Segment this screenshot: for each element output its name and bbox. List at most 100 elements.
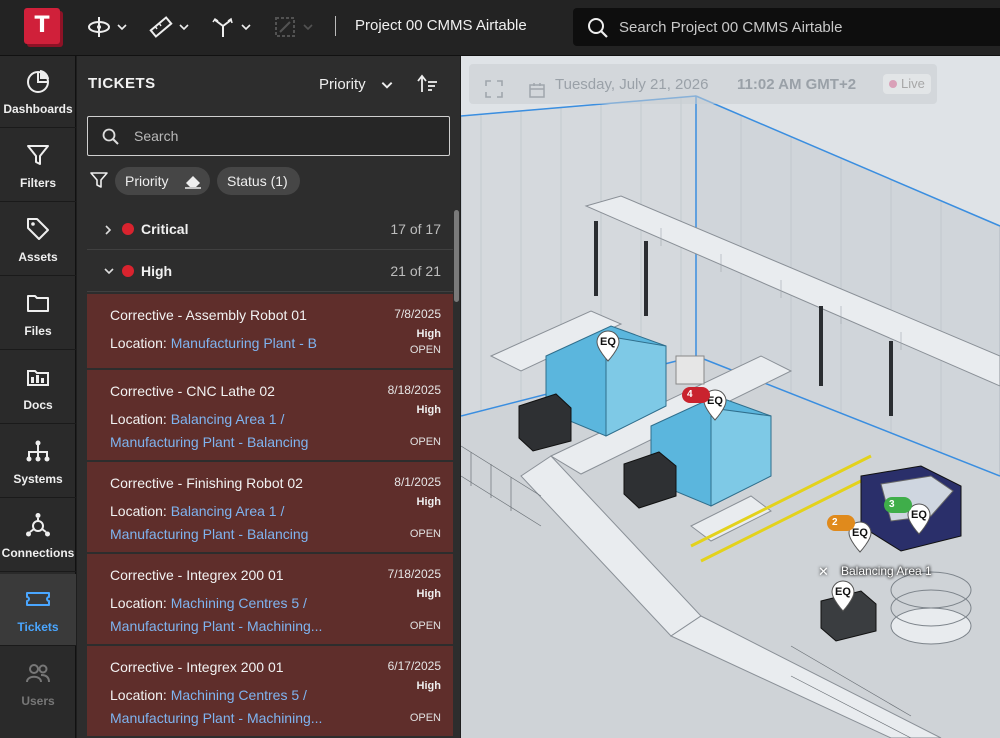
chevron-down-icon — [303, 24, 313, 31]
ticket-card[interactable]: Corrective - Finishing Robot 02 Location… — [87, 462, 453, 554]
ticket-date: 8/18/2025 — [387, 383, 441, 397]
expand-icon[interactable] — [485, 80, 503, 98]
pin-label: EQ — [600, 336, 616, 348]
pin-label: EQ — [835, 586, 851, 598]
ticket-status: OPEN — [409, 528, 441, 540]
location-link[interactable]: Machining Centres 5 / — [171, 687, 307, 703]
ticket-title: Corrective - Finishing Robot 02 — [110, 475, 303, 491]
pin-label: EQ — [911, 509, 927, 521]
nav-label: Users — [21, 694, 55, 708]
nav-item-files[interactable]: Files — [0, 278, 76, 350]
ticket-card[interactable]: Corrective - CNC Lathe 02 Location: Bala… — [87, 370, 453, 462]
group-critical[interactable]: Critical 17 of 17 — [87, 210, 453, 250]
factory-3d-model[interactable] — [461, 56, 1000, 738]
nav-label: Systems — [13, 472, 63, 486]
location-link[interactable]: Machining Centres 5 / — [171, 595, 307, 611]
ticket-date: 6/17/2025 — [387, 659, 441, 673]
ticket-search-input[interactable]: Search — [87, 116, 450, 156]
measure-ruler-icon — [149, 16, 173, 38]
tickets-panel: TICKETS Priority Search Priority Status … — [77, 56, 460, 738]
location-link-line2[interactable]: Manufacturing Plant - Balancing — [110, 431, 335, 454]
nav-label: Filters — [19, 176, 56, 190]
nav-label: Files — [24, 324, 52, 338]
location-link-line2[interactable]: Manufacturing Plant - Balancing — [110, 523, 335, 546]
nav-item-users[interactable]: Users — [0, 648, 76, 720]
ticket-title: Corrective - Integrex 200 01 — [110, 659, 284, 675]
group-name: High — [141, 263, 173, 279]
chevron-down-icon — [117, 24, 127, 31]
chevron-down-icon — [104, 268, 114, 275]
sort-order-icon[interactable] — [417, 74, 439, 94]
ticket-count-badge[interactable]: 4 — [682, 387, 710, 403]
equipment-pin[interactable]: EQ — [830, 580, 856, 612]
section-axes-icon — [212, 17, 233, 37]
status-filter-chip[interactable]: Status (1) — [217, 167, 300, 195]
priority-filter-chip[interactable]: Priority — [115, 167, 210, 195]
users-icon — [26, 664, 50, 683]
measure-tool-button[interactable] — [148, 12, 190, 42]
area-label[interactable]: Balancing Area 1 — [841, 564, 932, 578]
top-bar: T Project 00 CMMS Airtable Search Projec… — [0, 0, 1000, 56]
clear-filter-icon[interactable] — [184, 173, 202, 189]
nav-item-assets[interactable]: Assets — [0, 204, 76, 276]
chevron-down-icon — [241, 24, 251, 31]
group-name: Critical — [141, 221, 189, 237]
app-logo[interactable]: T — [24, 8, 60, 44]
critical-status-dot — [122, 223, 134, 235]
ticket-title: Corrective - Integrex 200 01 — [110, 567, 284, 583]
ticket-list-scrollbar[interactable] — [454, 210, 459, 302]
nav-item-tickets[interactable]: Tickets — [0, 574, 76, 646]
close-area-icon[interactable]: ✕ — [818, 564, 829, 580]
live-badge[interactable]: Live — [883, 74, 931, 94]
ticket-status: OPEN — [409, 712, 441, 724]
timeline-date: Tuesday, July 21, 2026 — [555, 76, 709, 93]
global-search-input[interactable]: Search Project 00 CMMS Airtable — [573, 8, 1000, 46]
nav-item-dashboards[interactable]: Dashboards — [0, 56, 76, 128]
chip-label: Priority — [125, 173, 169, 189]
location-link-line2[interactable]: Manufacturing Plant - Machining... — [110, 615, 335, 638]
nav-label: Docs — [23, 398, 53, 412]
orbit-icon — [88, 17, 110, 37]
location-link-line2[interactable]: Manufacturing Plant - Machining... — [110, 707, 335, 730]
ticket-priority: High — [416, 496, 441, 508]
nav-item-connections[interactable]: Connections — [0, 500, 76, 572]
ticket-card[interactable]: Corrective - Assembly Robot 01 Location:… — [87, 294, 453, 370]
group-high[interactable]: High 21 of 21 — [87, 252, 453, 292]
filter-icon — [27, 145, 49, 165]
filter-icon[interactable] — [89, 170, 109, 190]
ticket-card[interactable]: Corrective - Integrex 200 01 Location: M… — [87, 646, 453, 738]
ticket-date: 7/8/2025 — [394, 307, 441, 321]
badge-count: 2 — [832, 517, 838, 528]
ticket-priority: High — [416, 588, 441, 600]
location-link[interactable]: Balancing Area 1 / — [171, 411, 285, 427]
group-count: 17 of 17 — [390, 221, 441, 237]
ticket-search-placeholder: Search — [134, 128, 179, 144]
ticket-count-badge[interactable]: 3 — [884, 497, 912, 513]
ticket-location: Location: Balancing Area 1 / Manufacturin… — [110, 500, 360, 546]
nav-item-docs[interactable]: Docs — [0, 352, 76, 424]
orbit-tool-button[interactable] — [86, 12, 128, 42]
sort-dropdown[interactable]: Priority — [319, 76, 366, 93]
ticket-title: Corrective - Assembly Robot 01 — [110, 307, 307, 323]
chevron-down-icon[interactable] — [380, 78, 394, 92]
ticket-location: Location: Machining Centres 5 / Manufactu… — [110, 592, 360, 638]
location-link[interactable]: Manufacturing Plant - B — [171, 335, 317, 351]
nav-item-filters[interactable]: Filters — [0, 130, 76, 202]
model-viewport[interactable]: Tuesday, July 21, 2026 11:02 AM GMT+2 Li… — [461, 56, 1000, 738]
ticket-count-badge[interactable]: 2 — [827, 515, 855, 531]
ticket-card[interactable]: Corrective - Integrex 200 01 Location: M… — [87, 554, 453, 646]
timeline-time: 11:02 AM GMT+2 — [737, 76, 857, 93]
ticket-icon — [26, 592, 50, 606]
connections-icon — [26, 513, 50, 537]
equipment-pin[interactable]: EQ — [595, 330, 621, 362]
badge-count: 4 — [687, 389, 693, 400]
section-tool-button[interactable] — [210, 12, 252, 42]
high-status-dot — [122, 265, 134, 277]
global-search-placeholder: Search Project 00 CMMS Airtable — [619, 19, 843, 36]
timeline-bar[interactable]: Tuesday, July 21, 2026 11:02 AM GMT+2 Li… — [469, 64, 937, 104]
calendar-icon — [529, 83, 545, 98]
nav-item-systems[interactable]: Systems — [0, 426, 76, 498]
location-label: Location: — [110, 687, 167, 703]
location-link[interactable]: Balancing Area 1 / — [171, 503, 285, 519]
selection-tool-button[interactable] — [272, 12, 314, 42]
